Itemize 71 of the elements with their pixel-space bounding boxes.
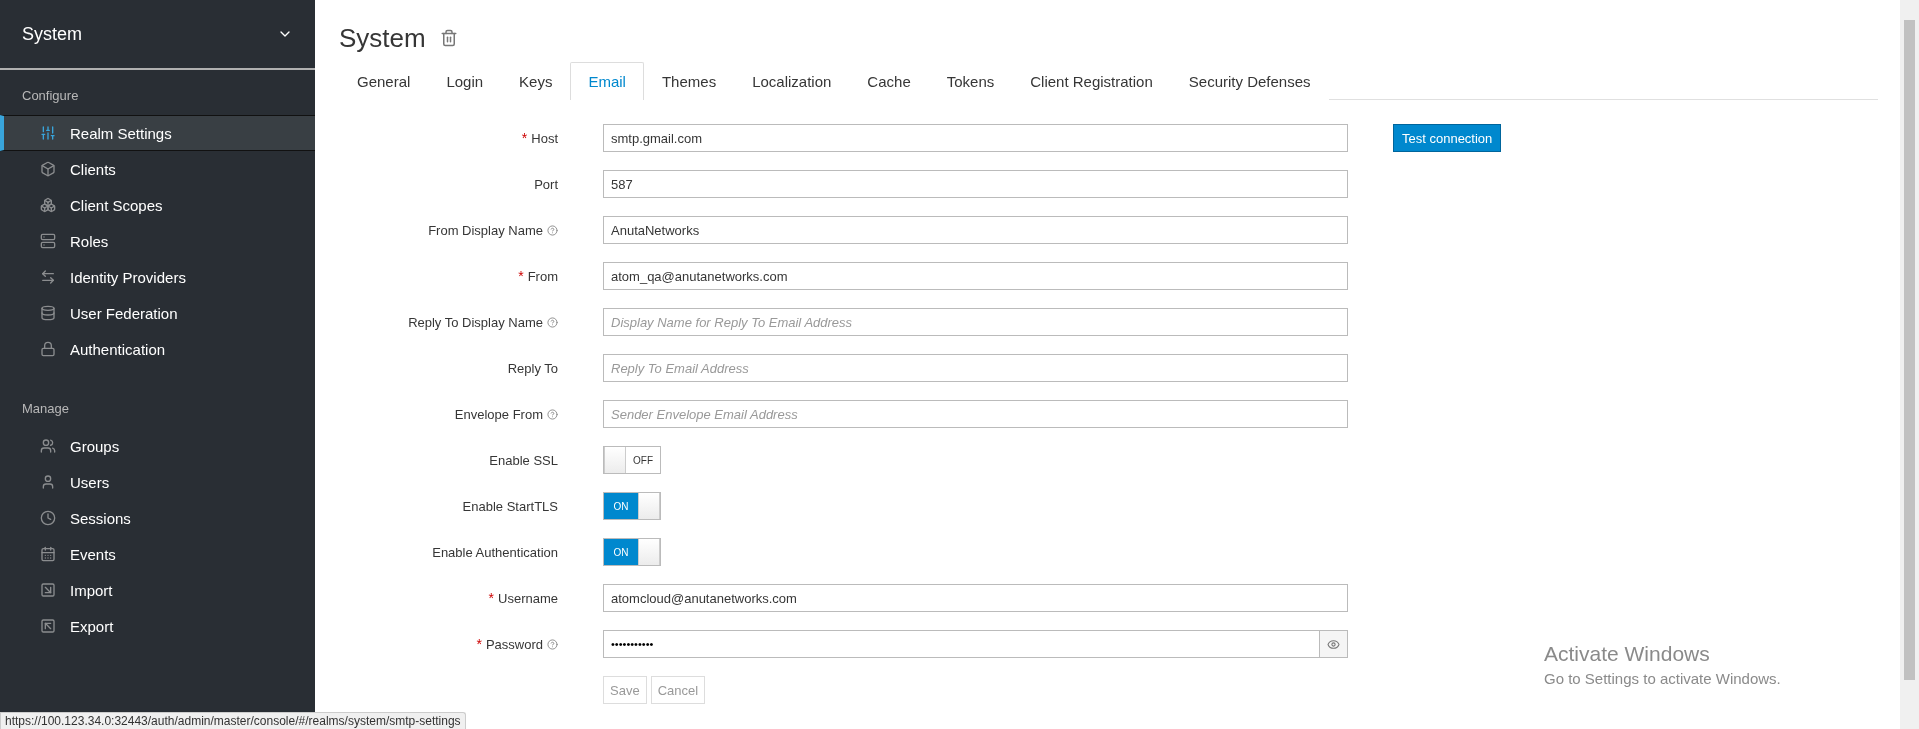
sliders-icon <box>40 125 56 141</box>
import-icon <box>40 582 56 598</box>
field-label: Enable SSL <box>489 452 558 468</box>
section-heading: Configure <box>21 87 80 105</box>
nav-item[interactable]: Groups <box>0 428 315 464</box>
field-label: Envelope From <box>454 406 543 422</box>
list-icon <box>40 233 56 249</box>
nav-item[interactable]: User Federation <box>0 295 315 331</box>
database-icon <box>40 305 56 321</box>
activation-title: Activate Windows <box>1544 642 1711 666</box>
calendar-icon <box>40 546 56 562</box>
status-url: https://100.123.34.0:32443/auth/admin/master/console/#/realms/system/smtp-settings <box>0 712 466 729</box>
help-icon[interactable] <box>547 638 558 650</box>
nav-item[interactable]: Export <box>0 608 315 644</box>
field-label: Reply To Display Name <box>408 314 543 330</box>
clock-icon <box>40 510 56 526</box>
export-icon <box>40 618 56 634</box>
test-connection-button[interactable]: Test connection <box>1393 124 1502 152</box>
field-label: Reply To <box>507 360 558 376</box>
input-field[interactable]: AnutaNetworks <box>603 216 1348 244</box>
field-label: Port <box>534 176 558 192</box>
field-label: Enable Authentication <box>432 544 558 560</box>
field-label: From <box>527 268 558 284</box>
input-field[interactable]: atomcloud@anutanetworks.com <box>603 584 1348 612</box>
field-label: Password <box>485 636 543 652</box>
realm-name: System <box>22 23 82 45</box>
nav-item[interactable]: Sessions <box>0 500 315 536</box>
required-mark: * <box>521 130 528 146</box>
scrollbar[interactable] <box>1900 0 1919 729</box>
nav-item[interactable]: Client Scopes <box>0 187 315 223</box>
users-icon <box>40 438 56 454</box>
eye-icon[interactable] <box>1320 630 1348 658</box>
required-mark: * <box>518 268 524 284</box>
nav-item[interactable]: Authentication <box>0 331 315 367</box>
cubes-icon <box>40 197 56 213</box>
required-mark: * <box>476 636 482 652</box>
nav-item[interactable]: Identity Providers <box>0 259 315 295</box>
field-label: From Display Name <box>428 222 543 238</box>
realm-selector[interactable]: System <box>0 0 315 70</box>
input-field[interactable]: Sender Envelope Email Address <box>603 400 1348 428</box>
input-field[interactable]: smtp.gmail.com <box>603 124 1348 152</box>
cube-icon <box>40 161 56 177</box>
input-field[interactable]: 587 <box>603 170 1348 198</box>
activation-text: Go to Settings to activate Windows. <box>1544 670 1781 687</box>
required-mark: * <box>488 590 495 606</box>
field-label: Username <box>498 590 558 606</box>
help-icon[interactable] <box>547 408 558 420</box>
help-icon[interactable] <box>547 316 558 328</box>
nav-item[interactable]: Events <box>0 536 315 572</box>
password-field[interactable]: ••••••••••• <box>603 630 1320 658</box>
tab[interactable]: Email <box>570 62 644 100</box>
field-label: Enable StartTLS <box>462 498 558 514</box>
section-heading: Manage <box>21 400 70 418</box>
input-field[interactable]: atom_qa@anutanetworks.com <box>603 262 1348 290</box>
nav-item[interactable]: Clients <box>0 151 315 187</box>
trash-icon[interactable] <box>439 29 458 47</box>
lock-icon <box>40 341 56 357</box>
nav-item[interactable]: Import <box>0 572 315 608</box>
toggle-switch[interactable]: ON <box>603 538 661 566</box>
nav-item[interactable]: Roles <box>0 223 315 259</box>
nav-item[interactable]: Users <box>0 464 315 500</box>
toggle-switch[interactable]: ON <box>603 492 661 520</box>
input-field[interactable]: Display Name for Reply To Email Address <box>603 308 1348 336</box>
user-icon <box>40 474 56 490</box>
nav-item[interactable]: Realm Settings <box>0 115 315 151</box>
help-icon[interactable] <box>547 224 558 236</box>
input-field[interactable]: Reply To Email Address <box>603 354 1348 382</box>
arrows-icon <box>40 269 56 285</box>
page-title: System <box>339 22 426 54</box>
field-label: Host <box>531 130 558 146</box>
toggle-switch[interactable]: OFF <box>603 446 661 474</box>
